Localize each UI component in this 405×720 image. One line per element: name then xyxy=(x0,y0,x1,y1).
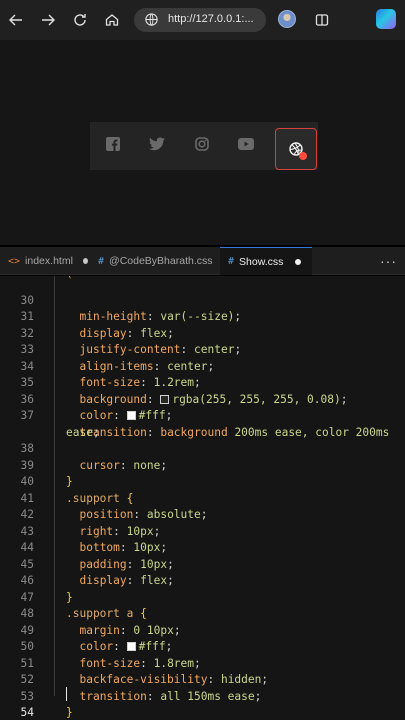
back-icon[interactable] xyxy=(4,8,28,32)
browser-toolbar: http://127.0.0.1:... xyxy=(0,0,405,40)
code-line: 41 position: absolute; xyxy=(20,491,208,522)
twitter-icon[interactable] xyxy=(147,134,167,154)
instagram-icon[interactable] xyxy=(192,134,212,154)
code-line: 46 } xyxy=(20,574,73,604)
code-line: 47 .support a { xyxy=(20,590,147,621)
css-file-icon: # xyxy=(98,255,105,267)
refresh-icon[interactable] xyxy=(68,8,92,32)
copilot-icon[interactable] xyxy=(376,9,396,29)
code-line: 44 padding: 10px; xyxy=(20,541,174,571)
text-cursor xyxy=(66,687,67,701)
code-line: 51 backface-visibility: hidden; xyxy=(20,656,269,687)
code-line: 49 color: #fff; xyxy=(20,623,173,654)
css-file-icon: # xyxy=(228,256,235,267)
code-editor[interactable]: ( 30 min-height: var(--size); 31 display… xyxy=(0,276,405,720)
globe-icon xyxy=(144,12,159,32)
code-line: 43 bottom: 10px; xyxy=(20,524,168,555)
code-line: 39 } xyxy=(20,458,73,489)
code-line: 35 background: rgba(255, 255, 255, 0.08)… xyxy=(20,376,348,406)
address-bar[interactable]: http://127.0.0.1:... xyxy=(134,8,266,32)
code-line: 45 display: flex; xyxy=(20,557,174,588)
code-line-current: 54 xyxy=(20,706,34,719)
unsaved-dot xyxy=(82,258,88,264)
tab-codebybharath-css[interactable]: # @CodeByBharath.css xyxy=(90,247,218,275)
tab-label: @CodeByBharath.css xyxy=(109,255,213,267)
code-line: 31 display: flex; xyxy=(20,310,174,340)
split-screen-icon[interactable] xyxy=(310,8,334,32)
code-line: 33 align-items: center; xyxy=(20,343,215,373)
code-line-wrap: ease; xyxy=(66,425,100,439)
code-line: 50 font-size: 1.8rem; xyxy=(20,640,201,670)
code-line: 30 min-height: var(--size); xyxy=(20,293,242,324)
tab-show-css[interactable]: # Show.css xyxy=(220,247,312,275)
facebook-icon[interactable] xyxy=(103,134,123,154)
unsaved-dot xyxy=(295,258,302,265)
code-line: 48 margin: 0 10px; xyxy=(20,607,181,637)
code-line: 32 justify-content: center; xyxy=(20,326,242,357)
tab-label: Show.css xyxy=(239,255,284,268)
tab-index-html[interactable]: <> index.html xyxy=(0,247,88,275)
html-file-icon: <> xyxy=(8,255,21,267)
editor-tab-bar: <> index.html # @CodeByBharath.css # Sho… xyxy=(0,247,405,275)
code-line: 38 cursor: none; xyxy=(20,442,168,472)
more-actions-icon[interactable]: ··· xyxy=(380,253,397,269)
home-icon[interactable] xyxy=(100,8,124,32)
code-line: 42 right: 10px; xyxy=(20,508,161,538)
notification-dot xyxy=(299,152,307,160)
code-line: 53 } xyxy=(20,689,73,720)
youtube-icon[interactable] xyxy=(236,134,256,154)
code-line: 34 font-size: 1.2rem; xyxy=(20,359,201,390)
code-line: 52 transition: all 150ms ease; xyxy=(20,673,262,703)
code-line: 37 transition: background 200ms ease, co… xyxy=(20,409,390,439)
dribbble-button[interactable] xyxy=(275,128,317,170)
url-text: http://127.0.0.1:... xyxy=(168,13,254,25)
tab-label: index.html xyxy=(25,255,73,267)
profile-avatar[interactable] xyxy=(278,10,296,28)
code-line: 36 color: #fff; xyxy=(20,392,173,423)
code-line: 40 .support { xyxy=(20,475,134,505)
forward-icon[interactable] xyxy=(36,8,60,32)
